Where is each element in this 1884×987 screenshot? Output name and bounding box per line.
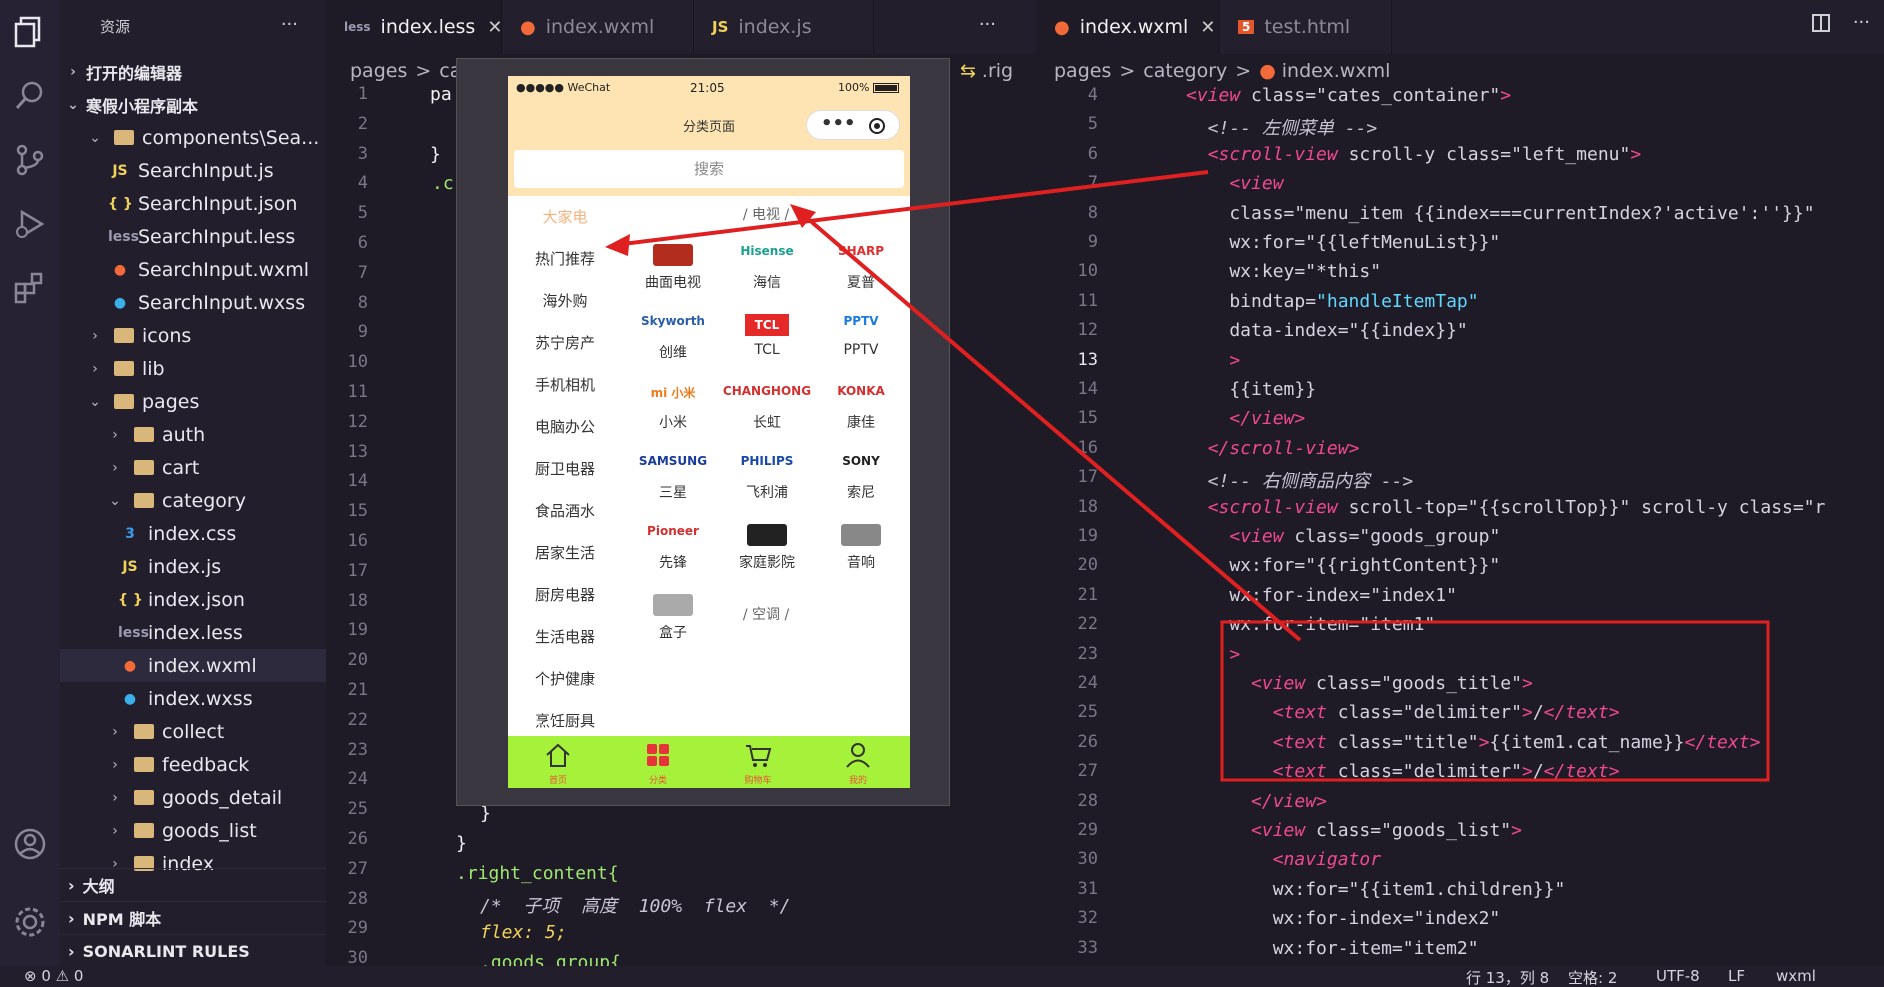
highlight-box: [1220, 620, 1770, 782]
cursor-position[interactable]: 行 13，列 8: [1466, 967, 1549, 987]
encoding[interactable]: UTF-8: [1656, 967, 1700, 985]
status-bar: ⊗ 0 ⚠ 0 行 13，列 8 空格: 2 UTF-8 LF wxml: [0, 966, 1884, 987]
line-ending[interactable]: LF: [1728, 967, 1745, 985]
arrow-to-left-menu: [614, 170, 1209, 247]
problems-indicator[interactable]: ⊗ 0 ⚠ 0: [24, 967, 83, 985]
arrow-to-goods-title: [798, 210, 1302, 642]
language-mode[interactable]: wxml: [1776, 967, 1816, 985]
annotation-overlay: [605, 170, 1770, 782]
arrow-head-left-menu: [605, 234, 630, 256]
indentation[interactable]: 空格: 2: [1568, 967, 1617, 987]
